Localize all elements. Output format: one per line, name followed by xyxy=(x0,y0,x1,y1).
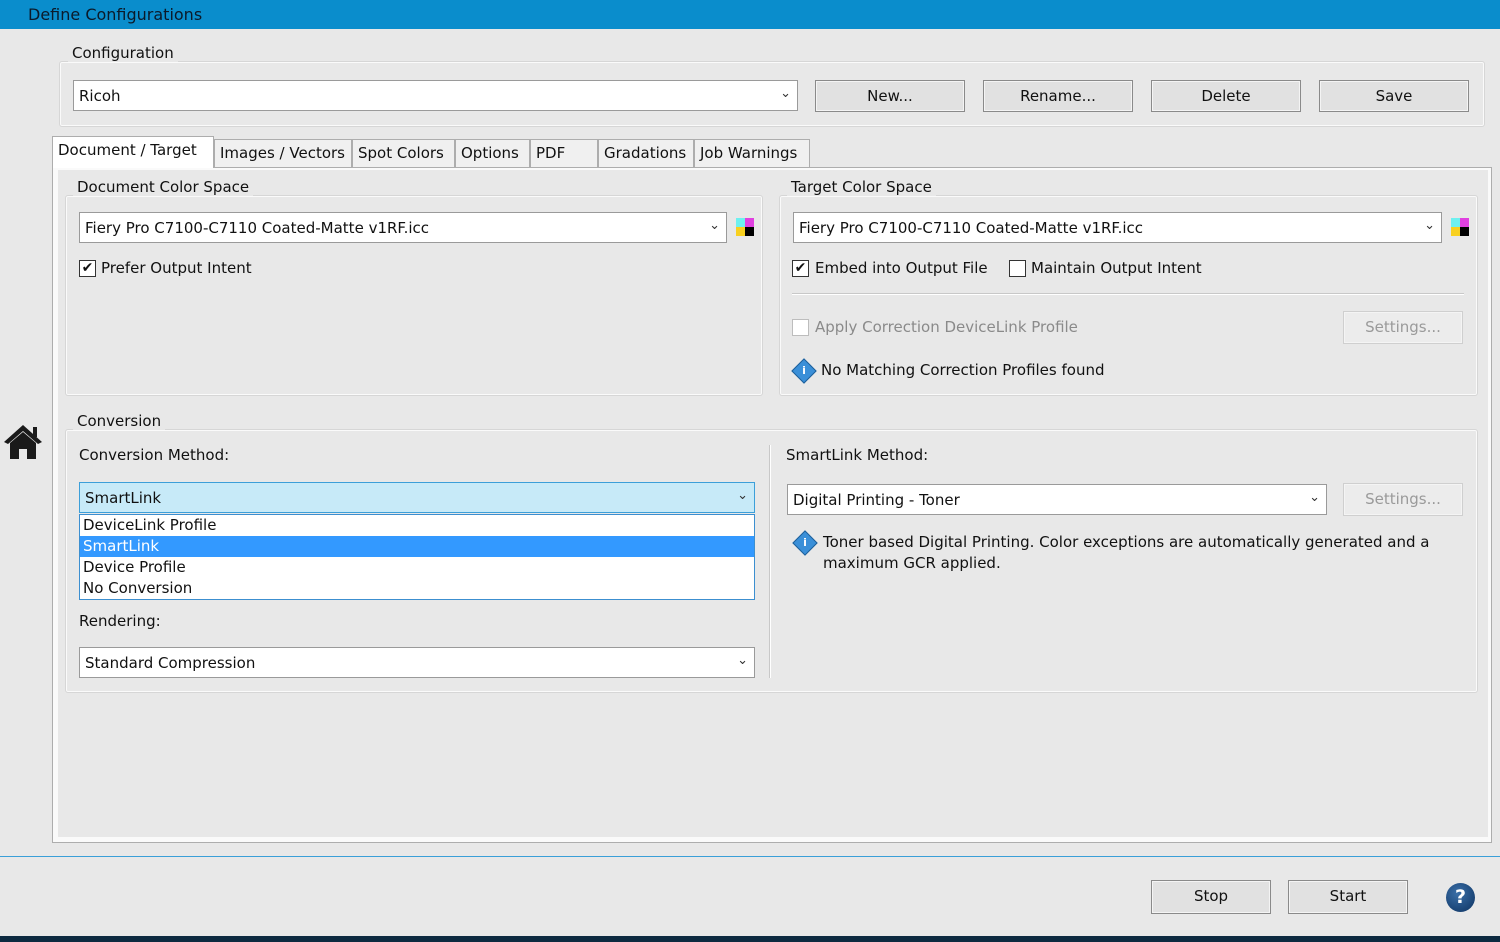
embed-output-file-label: Embed into Output File xyxy=(815,259,988,277)
rendering-select[interactable]: Standard Compression ⌄ xyxy=(79,647,755,678)
bottom-bar xyxy=(0,936,1500,942)
maintain-output-intent-label: Maintain Output Intent xyxy=(1031,259,1202,277)
start-button[interactable]: Start xyxy=(1288,880,1408,914)
smartlink-info-line1: Toner based Digital Printing. Color exce… xyxy=(823,533,1430,551)
chevron-down-icon: ⌄ xyxy=(737,653,748,668)
chevron-down-icon: ⌄ xyxy=(737,488,748,503)
smartlink-settings-button[interactable]: Settings... xyxy=(1343,483,1463,516)
tab-pdf[interactable]: PDF xyxy=(530,139,598,167)
smartlink-method-select[interactable]: Digital Printing - Toner ⌄ xyxy=(787,484,1327,515)
chevron-down-icon: ⌄ xyxy=(1424,218,1435,233)
tab-document-target[interactable]: Document / Target xyxy=(52,136,214,168)
help-icon[interactable]: ? xyxy=(1446,883,1475,912)
window-title: Define Configurations xyxy=(28,5,203,24)
color-swatch-icon[interactable] xyxy=(1451,218,1469,236)
rendering-label: Rendering: xyxy=(79,612,161,630)
home-icon[interactable] xyxy=(2,422,44,462)
correction-settings-button[interactable]: Settings... xyxy=(1343,311,1463,344)
conversion-method-value: SmartLink xyxy=(85,489,162,507)
conversion-method-label: Conversion Method: xyxy=(79,446,230,464)
tab-job-warnings[interactable]: Job Warnings xyxy=(694,139,810,167)
configuration-value: Ricoh xyxy=(79,87,121,105)
target-profile-value: Fiery Pro C7100-C7110 Coated-Matte v1RF.… xyxy=(799,219,1144,237)
maintain-output-intent-checkbox[interactable] xyxy=(1009,260,1026,277)
conversion-method-dropdown-list: DeviceLink Profile SmartLink Device Prof… xyxy=(79,514,755,600)
prefer-output-intent-checkbox[interactable]: ✔ xyxy=(79,260,96,277)
smartlink-info-line2: maximum GCR applied. xyxy=(823,554,1001,572)
option-no-conversion[interactable]: No Conversion xyxy=(80,578,754,599)
option-smartlink[interactable]: SmartLink xyxy=(80,536,754,557)
smartlink-method-label: SmartLink Method: xyxy=(786,446,929,464)
tab-options[interactable]: Options xyxy=(455,139,530,167)
prefer-output-intent-label: Prefer Output Intent xyxy=(101,259,252,277)
chevron-down-icon: ⌄ xyxy=(709,218,720,233)
no-matching-profiles-text: No Matching Correction Profiles found xyxy=(821,361,1105,379)
option-devicelink-profile[interactable]: DeviceLink Profile xyxy=(80,515,754,536)
chevron-down-icon: ⌄ xyxy=(780,86,791,101)
conversion-method-select[interactable]: SmartLink ⌄ xyxy=(79,482,755,513)
title-bar: Define Configurations xyxy=(0,0,1500,29)
target-color-space-label: Target Color Space xyxy=(787,178,936,196)
tab-images-vectors[interactable]: Images / Vectors xyxy=(214,139,352,167)
document-color-space-label: Document Color Space xyxy=(73,178,254,196)
rename-button[interactable]: Rename... xyxy=(983,80,1133,112)
configuration-label: Configuration xyxy=(68,44,178,62)
option-device-profile[interactable]: Device Profile xyxy=(80,557,754,578)
conversion-label: Conversion xyxy=(73,412,166,430)
document-profile-select[interactable]: Fiery Pro C7100-C7110 Coated-Matte v1RF.… xyxy=(79,212,727,243)
footer-divider xyxy=(0,856,1500,857)
document-profile-value: Fiery Pro C7100-C7110 Coated-Matte v1RF.… xyxy=(85,219,430,237)
color-swatch-icon[interactable] xyxy=(736,218,754,236)
tab-spot-colors[interactable]: Spot Colors xyxy=(352,139,455,167)
rendering-value: Standard Compression xyxy=(85,654,256,672)
new-button[interactable]: New... xyxy=(815,80,965,112)
tab-gradations[interactable]: Gradations xyxy=(598,139,694,167)
configuration-select[interactable]: Ricoh ⌄ xyxy=(73,80,798,111)
embed-output-file-checkbox[interactable]: ✔ xyxy=(792,260,809,277)
chevron-down-icon: ⌄ xyxy=(1309,490,1320,505)
apply-correction-label: Apply Correction DeviceLink Profile xyxy=(815,318,1078,336)
vertical-divider xyxy=(769,445,771,678)
target-profile-select[interactable]: Fiery Pro C7100-C7110 Coated-Matte v1RF.… xyxy=(793,212,1442,243)
stop-button[interactable]: Stop xyxy=(1151,880,1271,914)
apply-correction-checkbox[interactable] xyxy=(792,319,809,336)
divider xyxy=(792,293,1464,295)
save-button[interactable]: Save xyxy=(1319,80,1469,112)
delete-button[interactable]: Delete xyxy=(1151,80,1301,112)
smartlink-method-value: Digital Printing - Toner xyxy=(793,491,960,509)
